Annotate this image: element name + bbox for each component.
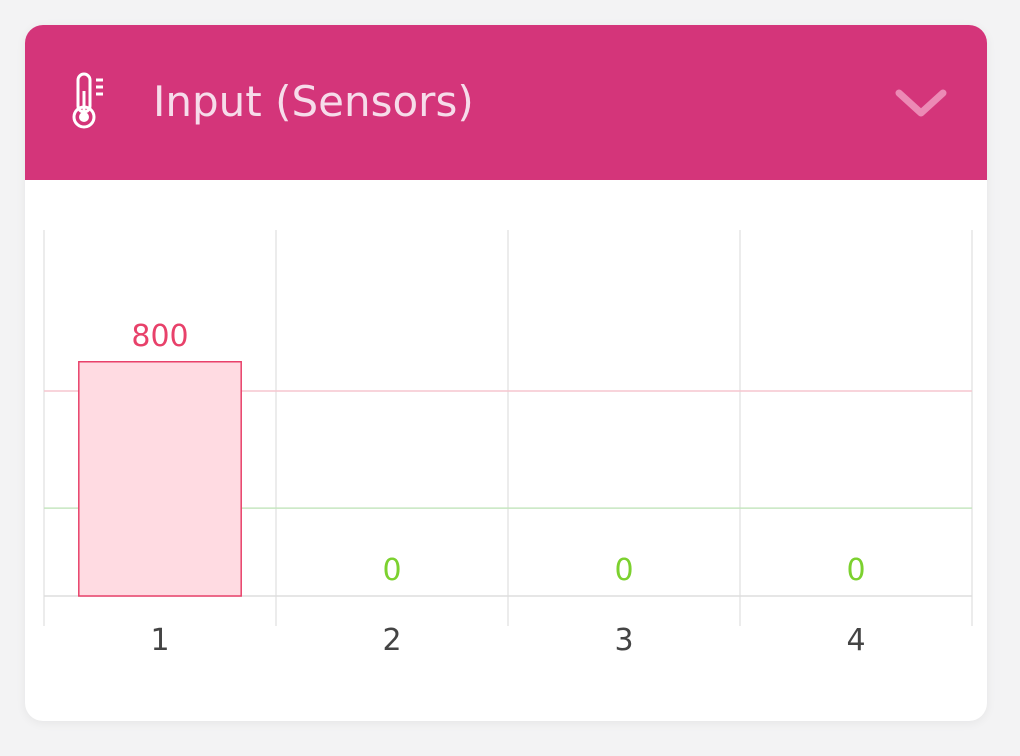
bar-chart: 800 1 0 2 0 3 0 4 bbox=[43, 230, 973, 658]
sensor-card: Input (Sensors) 800 1 0 2 0 3 0 4 bbox=[25, 25, 987, 721]
x-tick-label: 4 bbox=[846, 623, 865, 658]
bar bbox=[78, 361, 242, 597]
x-tick-label: 3 bbox=[614, 623, 633, 658]
data-label: 0 bbox=[614, 553, 633, 588]
data-label: 0 bbox=[382, 553, 401, 588]
x-tick-label: 1 bbox=[150, 623, 169, 658]
data-label: 800 bbox=[131, 319, 188, 354]
data-label: 0 bbox=[846, 553, 865, 588]
x-tick-label: 2 bbox=[382, 623, 401, 658]
